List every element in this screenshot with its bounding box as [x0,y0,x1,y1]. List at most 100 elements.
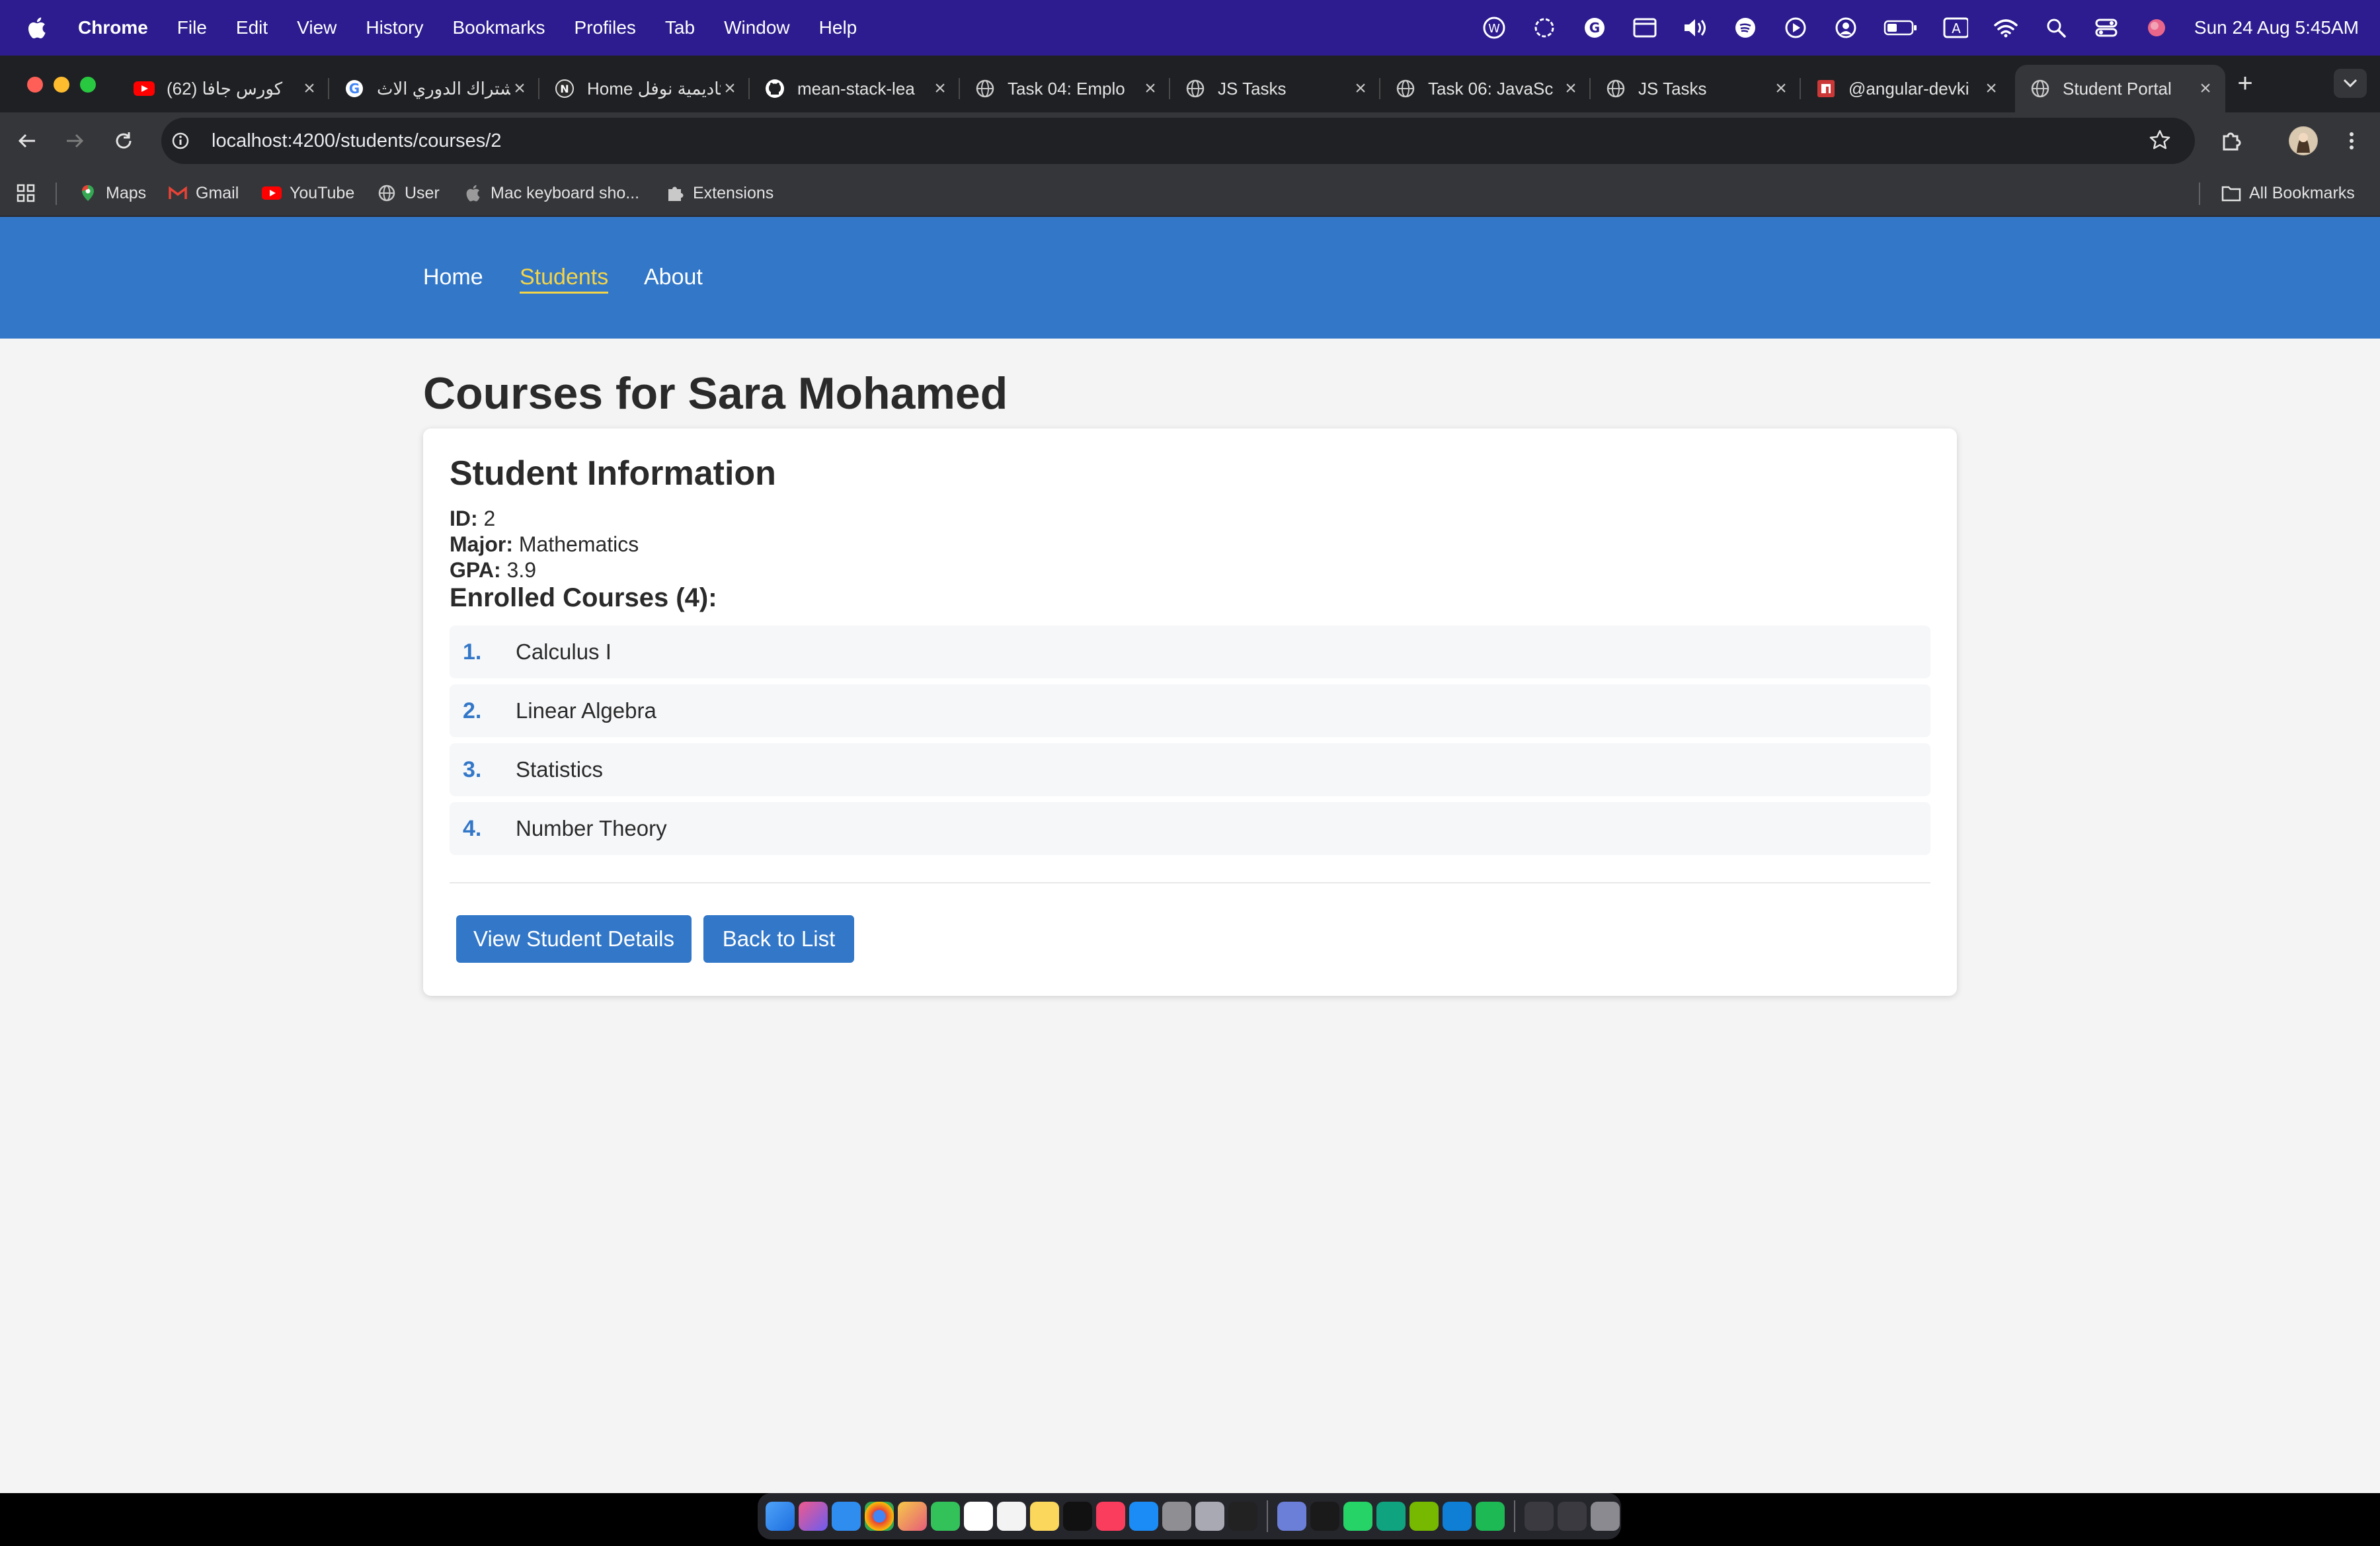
downloads-stack-icon[interactable] [1525,1502,1554,1531]
menu-view[interactable]: View [297,17,337,38]
menu-tab[interactable]: Tab [665,17,695,38]
terminal-icon[interactable] [1228,1502,1257,1531]
nav-home-link[interactable]: Home [423,264,483,290]
maximize-window-button[interactable] [80,77,96,93]
site-info-icon[interactable] [171,131,190,151]
menu-help[interactable]: Help [819,17,857,38]
window-icon[interactable] [1632,15,1657,40]
apps-grid-button[interactable] [16,169,44,217]
trash-icon[interactable] [1591,1502,1620,1531]
finder-icon[interactable] [766,1502,795,1531]
reload-icon[interactable] [110,127,138,155]
wordpress-icon[interactable]: W [1482,15,1507,40]
tab-js-tasks[interactable]: JS Tasks × [1170,65,1380,112]
tab-search-button[interactable] [2334,69,2367,98]
play-circle-icon[interactable] [1783,15,1808,40]
new-tab-button[interactable]: + [2231,69,2260,98]
spotify-status-icon[interactable] [1733,15,1758,40]
grammarly-icon[interactable]: G [1582,15,1607,40]
menu-history[interactable]: History [366,17,423,38]
whatsapp-icon[interactable] [1343,1502,1372,1531]
extensions-puzzle-icon[interactable] [2217,127,2245,155]
chatgpt-icon[interactable] [1376,1502,1406,1531]
chrome-icon[interactable] [865,1502,894,1531]
nav-students-link[interactable]: Students [520,264,609,294]
utorrent-icon[interactable] [1409,1502,1439,1531]
tab-js-tasks-2[interactable]: JS Tasks × [1591,65,1801,112]
close-icon[interactable]: × [1562,77,1580,100]
url-text[interactable]: localhost:4200/students/courses/2 [212,130,502,152]
safari-icon[interactable] [832,1502,861,1531]
close-icon[interactable]: × [931,77,949,100]
menu-window[interactable]: Window [724,17,790,38]
bookmark-maps[interactable]: Maps [78,169,146,217]
bookmark-extensions[interactable]: Extensions [665,169,774,217]
recent-files-stack-icon[interactable] [1558,1502,1587,1531]
openai-icon[interactable] [1532,15,1557,40]
close-icon[interactable]: × [1772,77,1790,100]
control-center-icon[interactable] [2094,15,2119,40]
profile-avatar[interactable] [2289,126,2318,155]
input-source-icon[interactable]: A [1943,15,1968,40]
menu-profiles[interactable]: Profiles [575,17,636,38]
minimize-window-button[interactable] [54,77,69,93]
bookmark-star-icon[interactable] [2149,129,2171,155]
close-icon[interactable]: × [1141,77,1160,100]
launchpad-icon[interactable] [799,1502,828,1531]
apple-menu-icon[interactable] [21,16,52,40]
battery-icon[interactable] [1884,15,1918,40]
apple-tv-icon[interactable] [1063,1502,1092,1531]
volume-icon[interactable] [1683,15,1708,40]
close-icon[interactable]: × [1351,77,1370,100]
close-icon[interactable]: × [721,77,739,100]
more-menu-icon[interactable] [2338,127,2365,155]
address-bar[interactable]: localhost:4200/students/courses/2 [161,118,2195,164]
system-settings-icon[interactable] [1162,1502,1191,1531]
tab-task-04[interactable]: Task 04: Emplo × [960,65,1170,112]
menu-file[interactable]: File [177,17,207,38]
tab-angular-devkit[interactable]: @angular-devki × [1801,65,2011,112]
siri-icon[interactable] [2144,15,2169,40]
tab-task-06[interactable]: Task 06: JavaSc × [1380,65,1591,112]
photos-icon[interactable] [898,1502,927,1531]
close-icon[interactable]: × [1982,77,2001,100]
all-bookmarks-button[interactable]: All Bookmarks [2221,169,2355,217]
back-arrow-icon[interactable] [13,127,41,155]
spotify-icon[interactable] [1476,1502,1505,1531]
menu-bookmarks[interactable]: Bookmarks [452,17,545,38]
app-store-icon[interactable] [1129,1502,1158,1531]
vscode-icon[interactable] [1443,1502,1472,1531]
music-icon[interactable] [1096,1502,1125,1531]
tab-google-league[interactable]: G اشتراك الدوري الاث × [329,65,539,112]
close-icon[interactable]: × [300,77,319,100]
screenshot-icon[interactable] [1277,1502,1306,1531]
course-number: 4. [463,815,482,841]
notes-icon[interactable] [1030,1502,1059,1531]
menubar-clock[interactable]: Sun 24 Aug 5:45AM [2194,17,2359,38]
tab-student-portal[interactable]: Student Portal × [2015,65,2225,112]
calendar-icon[interactable] [964,1502,993,1531]
menu-app-name[interactable]: Chrome [78,17,148,38]
tab-notion-home[interactable]: N Home أكاديمية نوفل × [539,65,750,112]
spotlight-search-icon[interactable] [2043,15,2069,40]
bookmark-gmail[interactable]: Gmail [168,169,239,217]
close-icon[interactable]: × [2196,77,2215,100]
close-icon[interactable]: × [510,77,529,100]
reminders-icon[interactable] [997,1502,1026,1531]
unity-icon[interactable] [1310,1502,1339,1531]
user-circle-icon[interactable] [1833,15,1858,40]
menu-edit[interactable]: Edit [236,17,268,38]
view-student-details-button[interactable]: View Student Details [456,915,692,963]
tab-github-mean-stack[interactable]: mean-stack-lea × [750,65,960,112]
preview-icon[interactable] [1195,1502,1224,1531]
bookmark-mac-keyboard[interactable]: Mac keyboard sho... [463,169,639,217]
wifi-icon[interactable] [1993,15,2018,40]
tab-youtube-java[interactable]: (62) كورس جافا × [119,65,329,112]
back-to-list-button[interactable]: Back to List [703,915,854,963]
bookmark-youtube[interactable]: YouTube [262,169,354,217]
forward-arrow-icon[interactable] [61,127,89,155]
bookmark-user[interactable]: User [377,169,440,217]
nav-about-link[interactable]: About [644,264,703,290]
close-window-button[interactable] [27,77,43,93]
facetime-icon[interactable] [931,1502,960,1531]
